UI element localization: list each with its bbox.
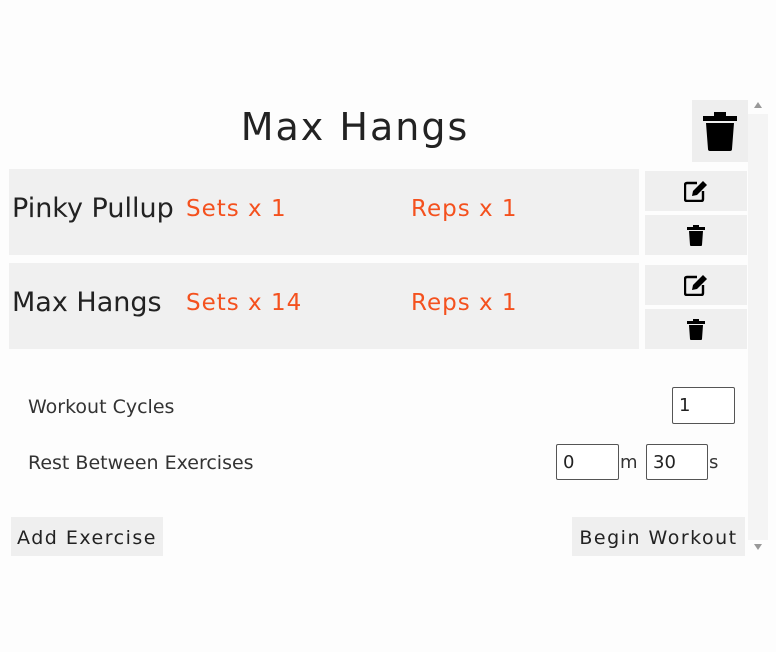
workout-page: Max Hangs Pinky Pullup Sets x 1 Reps x 1: [0, 0, 776, 652]
delete-exercise-button[interactable]: [645, 309, 747, 349]
edit-exercise-button[interactable]: [645, 265, 747, 305]
workout-cycles-input[interactable]: [672, 387, 735, 424]
exercise-sets: Sets x 14: [186, 290, 303, 316]
begin-workout-button[interactable]: Begin Workout: [572, 517, 745, 556]
add-exercise-button[interactable]: Add Exercise: [11, 517, 163, 556]
exercise-name: Max Hangs: [12, 287, 162, 318]
minutes-unit: m: [620, 452, 638, 473]
workout-cycles-label: Workout Cycles: [28, 396, 175, 418]
rest-between-exercises-label: Rest Between Exercises: [28, 452, 254, 474]
page-title: Max Hangs: [240, 105, 470, 149]
edit-exercise-button[interactable]: [645, 171, 747, 211]
delete-workout-button[interactable]: [692, 100, 748, 162]
trash-icon: [687, 224, 705, 246]
seconds-unit: s: [709, 452, 719, 473]
exercise-row[interactable]: Pinky Pullup Sets x 1 Reps x 1: [9, 169, 639, 255]
rest-seconds-input[interactable]: [646, 444, 708, 480]
exercise-name: Pinky Pullup: [12, 193, 174, 224]
scroll-down-arrow-icon[interactable]: [754, 544, 762, 550]
edit-icon: [684, 275, 707, 296]
delete-exercise-button[interactable]: [645, 215, 747, 255]
exercise-reps: Reps x 1: [411, 290, 518, 316]
trash-icon: [703, 112, 737, 151]
scrollbar[interactable]: [748, 96, 768, 556]
rest-minutes-input[interactable]: [556, 444, 619, 480]
exercise-sets: Sets x 1: [186, 196, 287, 222]
scroll-up-arrow-icon[interactable]: [754, 102, 762, 108]
exercise-row[interactable]: Max Hangs Sets x 14 Reps x 1: [9, 263, 639, 349]
edit-icon: [684, 181, 707, 202]
exercise-reps: Reps x 1: [411, 196, 518, 222]
trash-icon: [687, 318, 705, 340]
scrollbar-track[interactable]: [748, 114, 768, 540]
